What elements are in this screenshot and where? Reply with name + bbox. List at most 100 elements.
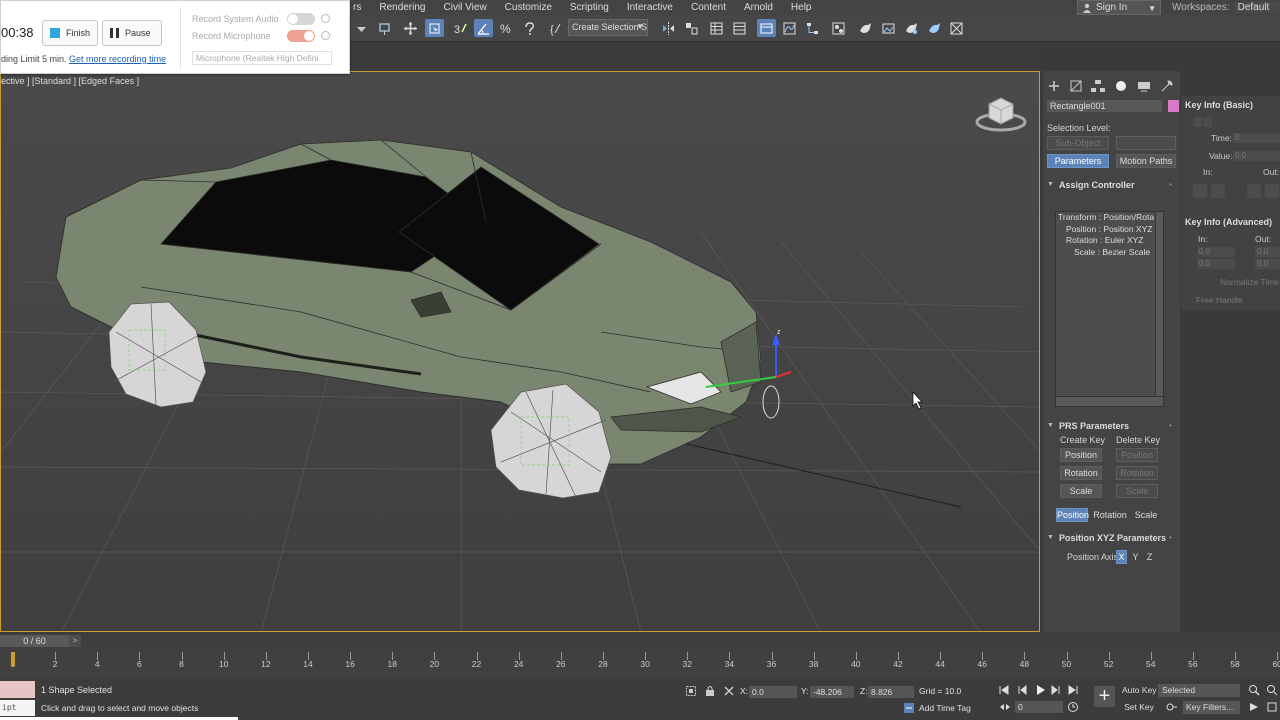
mirror-icon[interactable] [659,19,678,37]
display-tab-icon[interactable] [1136,79,1152,93]
rotation-mode-tab[interactable]: Rotation [1092,508,1128,522]
maxscript-input[interactable]: ipt Mi: [0,700,35,720]
advanced-out-field-1[interactable]: 0.0 [1255,247,1280,257]
x-coordinate-field[interactable]: 0.0 [749,686,797,698]
time-tag-icon[interactable] [903,702,915,714]
controller-tree[interactable]: Transform : Position/Rota Position : Pos… [1055,211,1164,407]
go-to-end-icon[interactable] [1067,684,1079,696]
frame-indicator[interactable]: 0 / 60 [0,635,69,647]
delete-rotation-key-button[interactable]: Rotation [1116,466,1158,480]
menu-item-help[interactable]: Help [782,2,821,13]
position-xyz-parameters-rollout[interactable]: ▼ Position XYZ Parameters ▪ [1047,530,1174,545]
delete-position-key-button[interactable]: Position [1116,448,1158,462]
prev-key-button[interactable] [1194,117,1202,127]
menu-item-arnold[interactable]: Arnold [735,2,782,13]
key-info-advanced-title[interactable]: Key Info (Advanced) [1185,217,1272,227]
create-position-key-button[interactable]: Position [1060,448,1102,462]
next-key-button[interactable] [1204,117,1212,127]
isolate-selection-icon[interactable] [685,685,697,697]
object-color-swatch[interactable] [1168,100,1179,112]
menu-item-rendering[interactable]: Rendering [370,2,434,13]
schematic-view-icon[interactable] [803,19,822,37]
time-slider[interactable]: 0 / 60 > [0,633,1280,649]
menu-item-interactive[interactable]: Interactive [618,2,682,13]
axis-y-button[interactable]: Y [1130,550,1141,564]
motion-tab-icon[interactable] [1113,79,1129,93]
key-filters-button[interactable]: Key Filters... [1183,701,1240,714]
set-key-button[interactable]: Set Key [1122,701,1156,714]
auto-key-button[interactable]: Auto Key [1122,684,1157,697]
advanced-out-field-2[interactable]: 0.0 [1255,259,1280,269]
track-bar[interactable]: 0246810121416182022242628303234363840424… [0,649,1280,678]
tree-item-position[interactable]: Position : Position XYZ [1056,224,1163,236]
key-mode-toggle-icon[interactable] [999,701,1011,713]
parameters-button[interactable]: Parameters [1047,154,1109,168]
key-info-basic-title[interactable]: Key Info (Basic) [1185,100,1253,110]
tree-item-rotation[interactable]: Rotation : Euler XYZ [1056,235,1163,247]
out-tangent-type-button[interactable] [1265,184,1279,198]
perspective-viewport[interactable]: ective ] [Standard ] [Edged Faces ] z [0,71,1040,632]
hierarchy-tab-icon[interactable] [1090,79,1106,93]
tree-horizontal-scrollbar[interactable] [1056,396,1163,406]
next-frame-button[interactable]: > [69,635,81,647]
create-scale-key-button[interactable]: Scale [1060,484,1102,498]
play-icon[interactable] [1034,684,1046,696]
microphone-toggle[interactable] [287,30,315,42]
align-icon[interactable] [682,19,701,37]
spinner-snap-icon[interactable] [520,19,539,37]
axis-x-button[interactable]: X [1116,550,1127,564]
rendered-frame-icon[interactable] [879,19,898,37]
zoom-all-icon[interactable] [1266,684,1278,696]
value-field[interactable]: 0.0 [1233,151,1280,161]
prs-parameters-rollout[interactable]: ▼ PRS Parameters ▪ [1047,418,1174,433]
go-to-start-icon[interactable] [998,684,1010,696]
maxscript-listener[interactable]: ipt Mi: [0,681,35,720]
advanced-in-field-2[interactable]: 0.0 [1197,259,1235,269]
finish-button[interactable]: Finish [42,20,98,46]
assign-controller-rollout[interactable]: ▼ Assign Controller ▪ [1047,177,1174,192]
angle-snap-icon[interactable] [474,19,493,37]
tree-item-scale[interactable]: Scale : Bezier Scale [1056,247,1163,259]
create-tab-icon[interactable] [1046,79,1062,93]
key-filter-icon[interactable] [1166,701,1178,713]
render-cloud-icon[interactable] [947,19,966,37]
sign-in-button[interactable]: Sign In ▼ [1077,0,1161,15]
menu-item-civil-view[interactable]: Civil View [435,2,496,13]
workspaces-selector[interactable]: Workspaces: Default [1172,0,1280,15]
workspaces-value[interactable]: Default [1233,2,1280,13]
microphone-device-select[interactable]: Microphone (Realtek High Defini [192,51,332,65]
free-handle-checkbox[interactable]: Free Handle [1196,295,1243,305]
render-setup-icon[interactable] [856,19,875,37]
menu-item-scripting[interactable]: Scripting [561,2,618,13]
selection-set-dropdown[interactable]: Create Selection Se ▼ [568,19,648,36]
ribbon-toggle-icon[interactable] [757,19,776,37]
object-name-field[interactable]: Rectangle001 [1047,100,1162,112]
maximize-viewport-icon[interactable] [1266,701,1278,713]
info-icon[interactable] [321,14,330,23]
zoom-icon[interactable] [1248,684,1260,696]
menu-item-content[interactable]: Content [682,2,735,13]
pause-button[interactable]: Pause [102,20,162,46]
play-animation-icon[interactable] [1248,701,1260,713]
sub-object-dropdown[interactable] [1116,136,1176,150]
delete-scale-key-button[interactable]: Scale [1116,484,1158,498]
add-time-tag-button[interactable]: Add Time Tag [919,703,971,713]
absolute-mode-icon[interactable] [723,685,735,697]
current-frame-field[interactable]: 0 [1015,701,1063,713]
maxscript-output[interactable] [0,681,35,698]
sub-object-button[interactable]: Sub-Object [1047,136,1109,150]
percent-snap-icon[interactable]: % [497,19,516,37]
create-rotation-key-button[interactable]: Rotation [1060,466,1102,480]
render-production-icon[interactable] [902,19,921,37]
info-icon[interactable] [321,31,330,40]
link-icon[interactable] [375,19,394,37]
viewport-label[interactable]: ective ] [Standard ] [Edged Faces ] [1,76,139,86]
utilities-tab-icon[interactable] [1159,79,1175,93]
move-icon[interactable] [401,19,420,37]
motion-paths-button[interactable]: Motion Paths [1116,154,1176,168]
render-iterative-icon[interactable] [925,19,944,37]
modify-tab-icon[interactable] [1068,79,1084,93]
tree-item-transform[interactable]: Transform : Position/Rota [1056,212,1163,224]
snaps-3d-icon[interactable]: 3 [451,19,470,37]
in-tangent-type-button[interactable] [1211,184,1225,198]
